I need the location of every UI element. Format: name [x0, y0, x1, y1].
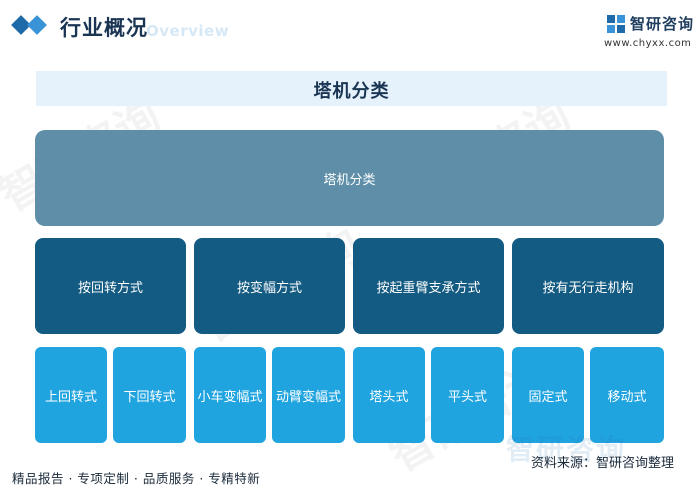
leaf-label: 移动式	[607, 389, 647, 405]
leaf-label: 塔头式	[369, 389, 409, 405]
diamond-bullet-icon	[27, 15, 47, 35]
leaf-node: 塔头式	[353, 347, 425, 443]
header-subtitle: Overview	[146, 22, 230, 40]
category-label: 按有无行走机构	[542, 280, 634, 296]
category-node: 按变幅方式	[194, 238, 345, 334]
leaf-node: 动臂变幅式	[272, 347, 345, 443]
brand-logo-icon	[607, 15, 625, 33]
leaf-node: 平头式	[431, 347, 504, 443]
leaf-node: 下回转式	[113, 347, 186, 443]
category-label: 按回转方式	[77, 280, 143, 296]
title-band: 塔机分类	[36, 71, 667, 106]
leaf-node: 上回转式	[35, 347, 107, 443]
leaf-label: 固定式	[528, 389, 568, 405]
category-node: 按回转方式	[35, 238, 186, 334]
diagram-title: 塔机分类	[313, 81, 390, 102]
page-header: Overview 行业概况 智研咨询 www.chyxx.com	[0, 0, 700, 60]
category-node: 按起重臂支承方式	[353, 238, 504, 334]
page-title: 行业概况	[60, 16, 148, 40]
root-node: 塔机分类	[35, 130, 664, 226]
leaf-node: 小车变幅式	[194, 347, 266, 443]
root-node-label: 塔机分类	[323, 172, 376, 188]
category-label: 按变幅方式	[236, 280, 302, 296]
leaf-label: 上回转式	[44, 389, 97, 405]
brand-url: www.chyxx.com	[604, 38, 692, 49]
brand-name: 智研咨询	[630, 15, 695, 33]
category-node: 按有无行走机构	[512, 238, 664, 334]
leaf-label: 小车变幅式	[197, 389, 263, 405]
leaf-label: 动臂变幅式	[275, 389, 341, 405]
leaf-label: 平头式	[447, 389, 487, 405]
footer-slogan: 精品报告 · 专项定制 · 品质服务 · 专精特新	[12, 471, 261, 486]
leaf-label: 下回转式	[123, 389, 176, 405]
data-source: 资料来源：智研咨询整理	[531, 456, 675, 471]
category-label: 按起重臂支承方式	[376, 280, 481, 296]
